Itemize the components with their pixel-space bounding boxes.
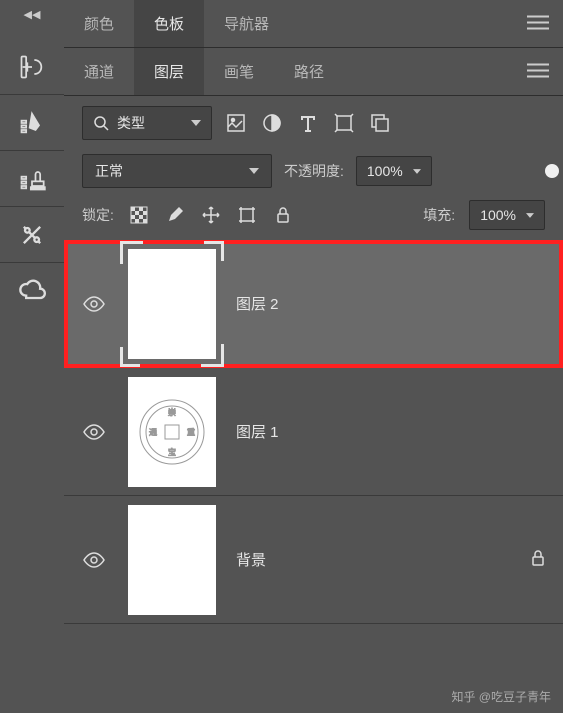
svg-text:通: 通: [149, 427, 157, 437]
type-filter-dropdown[interactable]: 类型: [82, 106, 212, 140]
filter-pixel-icon[interactable]: [224, 111, 248, 135]
type-filter-label: 类型: [117, 113, 145, 133]
tab-swatches[interactable]: 色板: [134, 0, 204, 47]
visibility-toggle[interactable]: [80, 424, 108, 440]
layer-thumbnail[interactable]: [128, 249, 216, 359]
layer-thumbnail[interactable]: [128, 505, 216, 615]
filter-shape-icon[interactable]: [332, 111, 356, 135]
chevron-down-icon: [249, 168, 259, 174]
layer-row[interactable]: 背景: [64, 496, 563, 624]
lock-all-icon[interactable]: [272, 204, 294, 226]
opacity-dropdown[interactable]: 100%: [356, 156, 432, 186]
tool-history-brush[interactable]: [11, 39, 53, 94]
blend-row: 正常 不透明度: 100%: [64, 148, 563, 196]
filter-toggle-dot[interactable]: [545, 164, 559, 178]
layer-row[interactable]: 图层 2: [64, 240, 563, 368]
chevron-down-icon: [413, 169, 421, 174]
fill-dropdown[interactable]: 100%: [469, 200, 545, 230]
fill-value: 100%: [480, 207, 516, 223]
panel-menu-icon-2[interactable]: [527, 63, 549, 80]
opacity-label: 不透明度:: [284, 161, 344, 181]
tool-brush-preset[interactable]: [11, 95, 53, 150]
watermark: 知乎 @吃豆子青年: [451, 688, 551, 705]
filter-text-icon[interactable]: [296, 111, 320, 135]
blend-mode-value: 正常: [95, 161, 123, 181]
filter-adjustment-icon[interactable]: [260, 111, 284, 135]
panel-tab-row: 通道 图层 画笔 路径: [64, 48, 563, 96]
layer-name: 图层 2: [236, 293, 279, 314]
filter-row: 类型: [64, 96, 563, 148]
lock-row: 锁定: 填充: 100%: [64, 196, 563, 240]
left-toolbar: ◀◀: [0, 0, 64, 713]
tool-stamp[interactable]: [11, 151, 53, 206]
opacity-value: 100%: [367, 163, 403, 179]
tool-creative-cloud[interactable]: [11, 263, 53, 318]
tab-channels[interactable]: 通道: [64, 48, 134, 95]
svg-text:重: 重: [187, 427, 195, 437]
visibility-toggle[interactable]: [80, 296, 108, 312]
collapse-icon[interactable]: ◀◀: [24, 8, 41, 21]
filter-smartobj-icon[interactable]: [368, 111, 392, 135]
tab-layers[interactable]: 图层: [134, 48, 204, 95]
search-icon: [93, 115, 109, 131]
tab-paths[interactable]: 路径: [274, 48, 344, 95]
layer-name: 图层 1: [236, 421, 279, 442]
layers-list: 图层 2 崇宝 通 重 图层 1 背景: [64, 240, 563, 713]
chevron-down-icon: [526, 213, 534, 218]
layer-thumbnail[interactable]: 崇宝 通 重: [128, 377, 216, 487]
blend-mode-dropdown[interactable]: 正常: [82, 154, 272, 188]
tab-color[interactable]: 颜色: [64, 0, 134, 47]
lock-transparency-icon[interactable]: [128, 204, 150, 226]
panels-area: 颜色 色板 导航器 通道 图层 画笔 路径 类型: [64, 0, 563, 713]
svg-text:宝: 宝: [168, 447, 176, 457]
layer-lock-icon[interactable]: [529, 549, 547, 570]
svg-text:崇: 崇: [168, 408, 176, 417]
lock-artboard-icon[interactable]: [236, 204, 258, 226]
top-tab-row: 颜色 色板 导航器: [64, 0, 563, 48]
visibility-toggle[interactable]: [80, 552, 108, 568]
tab-brushes[interactable]: 画笔: [204, 48, 274, 95]
fill-label: 填充:: [423, 205, 455, 225]
layer-row[interactable]: 崇宝 通 重 图层 1: [64, 368, 563, 496]
chevron-down-icon: [191, 120, 201, 126]
panel-menu-icon[interactable]: [527, 15, 549, 32]
lock-move-icon[interactable]: [200, 204, 222, 226]
tool-settings[interactable]: [11, 207, 53, 262]
layer-name: 背景: [236, 549, 266, 570]
lock-label: 锁定:: [82, 205, 114, 225]
tab-navigator[interactable]: 导航器: [204, 0, 289, 47]
lock-brush-icon[interactable]: [164, 204, 186, 226]
